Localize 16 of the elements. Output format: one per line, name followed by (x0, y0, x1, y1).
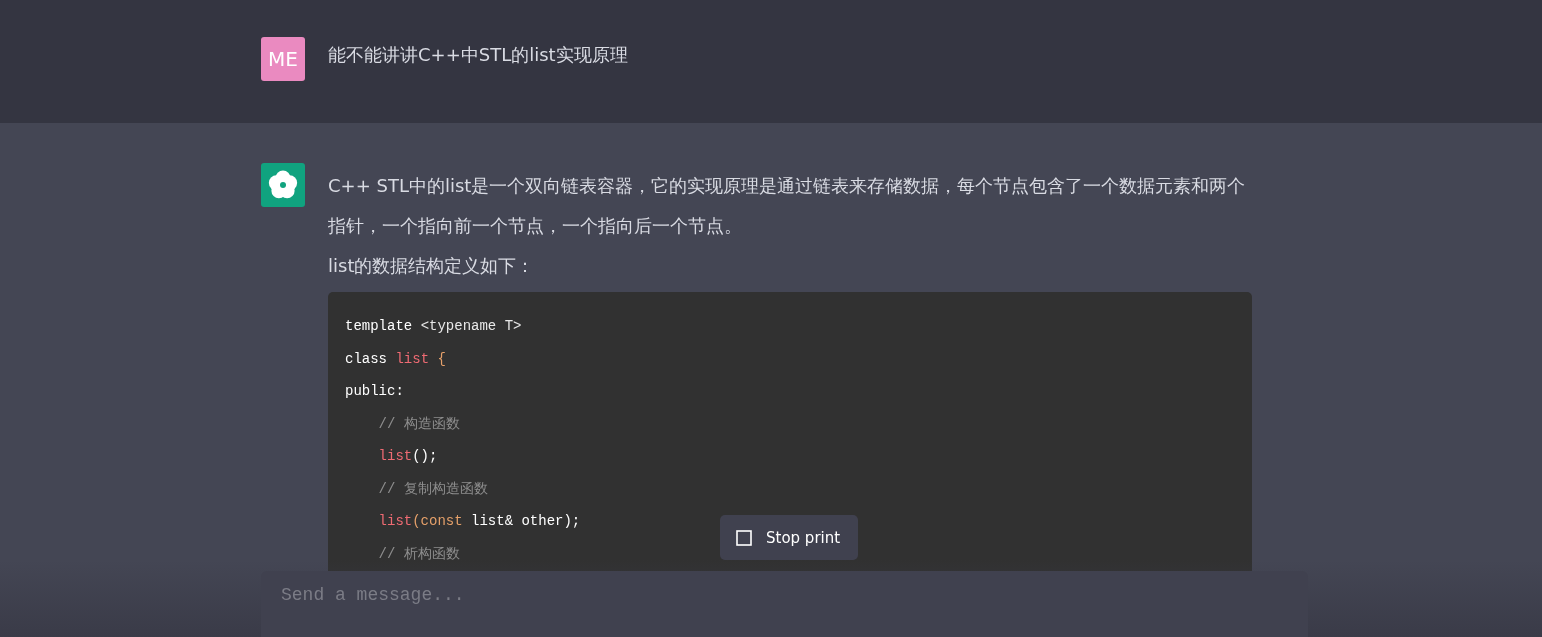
message-field[interactable]: Send a message... (261, 571, 1308, 637)
answer-paragraph: C++ STL中的list是一个双向链表容器，它的实现原理是通过链表来存储数据，每个节点包含了一个数据元素和两个指针，一个指向前一个节点，一个指向后一个节点。 (328, 174, 1247, 238)
user-message: 能不能讲讲C++中STL的list实现原理 (328, 43, 629, 67)
code-line: list(); (377, 447, 438, 466)
code-line: // 复制构造函数 (377, 479, 488, 499)
code-line: public: (345, 382, 404, 401)
stop-print-button[interactable]: Stop print (720, 515, 858, 560)
code-line: // 析构函数 (377, 544, 460, 564)
user-avatar: ME (261, 37, 305, 81)
flower-icon (267, 169, 299, 201)
code-line: list(const list& other); (377, 512, 581, 531)
code-line: // 构造函数 (377, 414, 460, 434)
answer-paragraph: list的数据结构定义如下： (328, 254, 536, 278)
code-line: template <typename T> (345, 317, 522, 336)
square-icon (736, 529, 752, 546)
code-line: class list { (345, 349, 446, 369)
